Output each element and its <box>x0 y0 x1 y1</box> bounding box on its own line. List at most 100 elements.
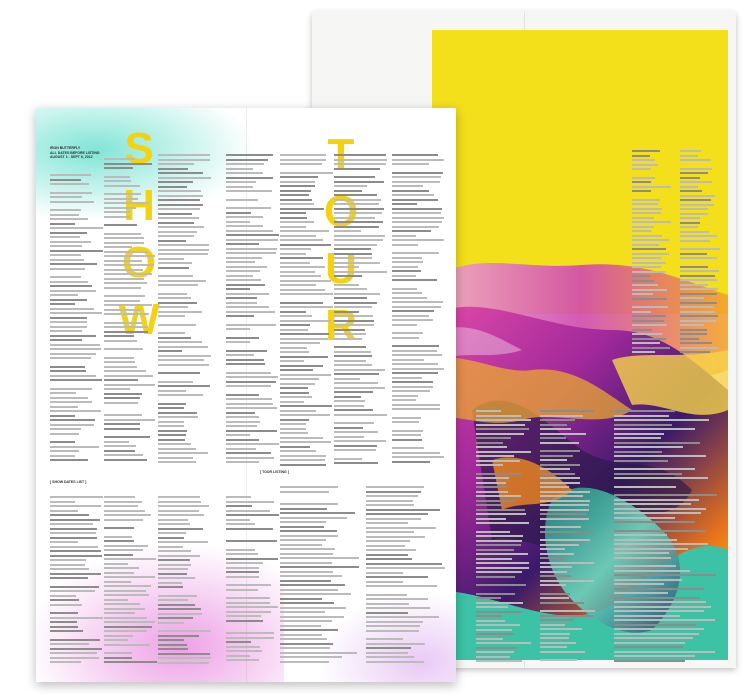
text-line <box>158 568 188 570</box>
text-line <box>392 265 418 268</box>
text-line <box>334 413 387 416</box>
text-line <box>280 414 331 416</box>
text-line <box>158 279 207 282</box>
text-line <box>280 378 320 380</box>
text-line <box>540 557 566 559</box>
text-line <box>366 642 426 645</box>
text-line <box>680 301 718 304</box>
text-line <box>104 567 140 569</box>
text-line <box>104 625 153 628</box>
text-line <box>334 449 377 451</box>
text-line <box>334 386 386 389</box>
text-line <box>226 615 261 617</box>
text-line <box>392 447 425 449</box>
text-line <box>392 256 422 259</box>
text-line <box>476 553 528 555</box>
text-line <box>226 198 259 201</box>
text-line <box>476 450 532 453</box>
text-line <box>280 633 322 636</box>
text-line <box>50 428 81 430</box>
text-line <box>680 333 708 335</box>
text-line <box>104 193 142 195</box>
text-line <box>680 248 720 250</box>
text-line <box>158 208 201 210</box>
text-line <box>476 651 514 653</box>
text-line <box>104 264 155 266</box>
text-line <box>104 440 129 443</box>
text-line <box>226 243 259 245</box>
text-line <box>334 248 372 250</box>
text-line <box>632 275 650 277</box>
text-line <box>540 597 570 599</box>
text-line <box>334 444 377 447</box>
text-line <box>280 552 333 555</box>
text-line <box>540 454 574 457</box>
text-line <box>680 328 707 331</box>
text-line <box>392 185 423 187</box>
scene: S H O W T O U R IRON BUTTERFLY ALL DATES… <box>0 0 750 694</box>
text-line <box>540 601 584 604</box>
text-line <box>50 298 88 301</box>
text-line <box>632 346 670 349</box>
text-line <box>104 603 141 605</box>
text-line <box>392 376 423 379</box>
text-line <box>392 319 434 321</box>
text-line <box>614 619 715 621</box>
text-line <box>280 624 321 627</box>
text-line <box>280 279 331 282</box>
text-line <box>226 220 251 223</box>
text-line <box>476 606 509 608</box>
text-line <box>476 544 521 546</box>
text-line <box>476 432 525 435</box>
text-line <box>158 630 211 632</box>
text-line <box>280 257 324 259</box>
text-line <box>476 619 505 622</box>
text-line <box>334 234 386 237</box>
text-line <box>614 477 708 479</box>
text-line <box>392 336 419 339</box>
text-line <box>392 212 441 214</box>
text-line <box>158 199 200 201</box>
text-line <box>540 513 587 515</box>
text-line <box>158 266 190 269</box>
text-line <box>50 200 94 203</box>
text-line <box>614 543 708 545</box>
text-line <box>50 441 75 443</box>
text-line <box>540 530 594 533</box>
text-line <box>280 315 313 317</box>
text-line <box>226 557 278 560</box>
text-line <box>540 468 570 470</box>
text-line <box>104 215 131 218</box>
text-line <box>334 373 380 375</box>
text-line <box>158 496 201 498</box>
text-line <box>540 419 575 421</box>
text-line <box>392 314 429 317</box>
text-line <box>226 158 269 161</box>
text-line <box>158 581 183 584</box>
text-line <box>158 221 194 224</box>
text-line <box>104 449 135 452</box>
text-line <box>280 570 333 573</box>
text-line <box>104 576 156 578</box>
text-line <box>226 416 259 418</box>
text-line <box>280 239 323 241</box>
text-line <box>366 499 414 502</box>
text-line <box>280 611 325 613</box>
text-line <box>226 380 277 383</box>
text-line <box>104 277 144 280</box>
text-line <box>476 414 521 417</box>
text-line <box>334 163 386 165</box>
text-line <box>158 594 198 597</box>
text-line <box>334 167 381 170</box>
text-line <box>392 234 417 237</box>
text-line <box>392 460 431 463</box>
text-line <box>540 432 587 435</box>
text-line <box>104 167 134 169</box>
text-line <box>680 239 711 242</box>
text-line <box>632 185 672 188</box>
text-line <box>392 203 417 205</box>
text-line <box>392 239 444 241</box>
text-line <box>334 185 367 187</box>
text-line <box>50 227 103 229</box>
text-line <box>104 361 135 363</box>
